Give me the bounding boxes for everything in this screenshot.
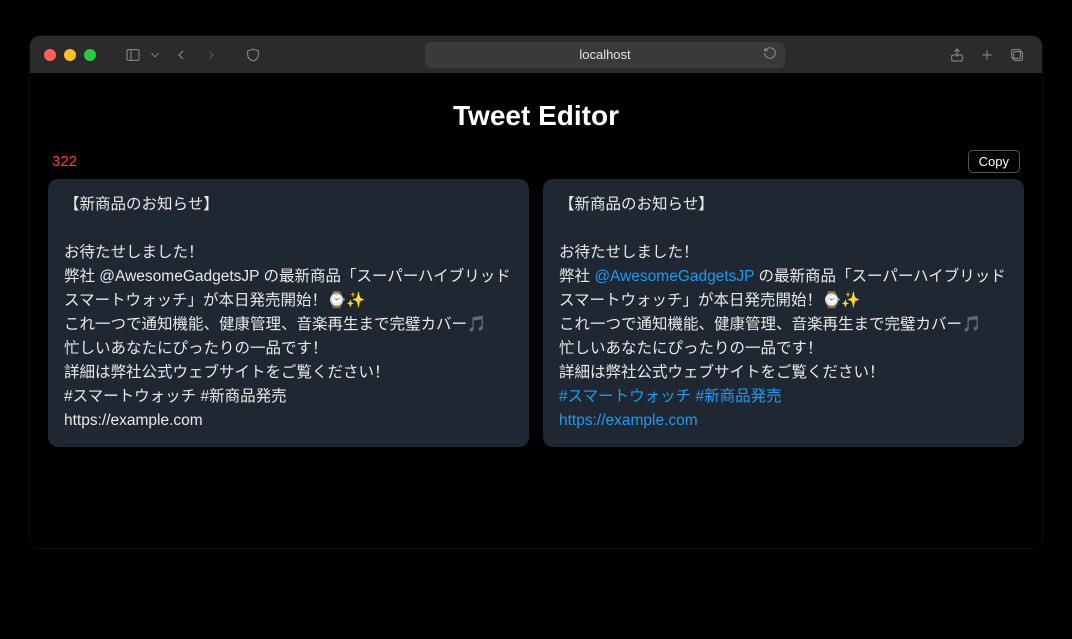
page-content: Tweet Editor 322 Copy 【新商品のお知らせ】 お待たせしまし… [30,74,1042,548]
forward-button [200,44,222,66]
tweet-preview: 【新商品のお知らせ】 お待たせしました！ 弊社 @AwesomeGadgetsJ… [543,179,1024,447]
address-text: localhost [579,47,630,62]
chevron-down-icon[interactable] [148,44,162,66]
share-icon[interactable] [946,44,968,66]
address-bar-wrapper: localhost [312,42,898,68]
tweet-editor[interactable]: 【新商品のお知らせ】 お待たせしました！ 弊社 @AwesomeGadgetsJ… [48,179,529,447]
back-button[interactable] [170,44,192,66]
mention[interactable]: @AwesomeGadgetsJP [594,268,754,285]
browser-window: localhost Tweet Editor 322 Copy 【新商品のお知ら… [30,36,1042,548]
meta-row: 322 Copy [48,150,1024,179]
reload-icon[interactable] [763,46,777,63]
link[interactable]: https://example.com [559,412,698,429]
close-window-button[interactable] [44,49,56,61]
shield-icon[interactable] [242,44,264,66]
page-title: Tweet Editor [48,100,1024,132]
hashtag[interactable]: #スマートウォッチ [559,388,691,405]
editor-panes: 【新商品のお知らせ】 お待たせしました！ 弊社 @AwesomeGadgetsJ… [48,179,1024,447]
window-controls [44,49,96,61]
hashtag[interactable]: #新商品発売 [695,388,781,405]
tabs-overview-icon[interactable] [1006,44,1028,66]
address-bar[interactable]: localhost [425,42,785,68]
maximize-window-button[interactable] [84,49,96,61]
char-count: 322 [52,153,77,170]
titlebar: localhost [30,36,1042,74]
new-tab-icon[interactable] [976,44,998,66]
minimize-window-button[interactable] [64,49,76,61]
copy-button[interactable]: Copy [968,150,1020,173]
sidebar-toggle-icon[interactable] [122,44,144,66]
